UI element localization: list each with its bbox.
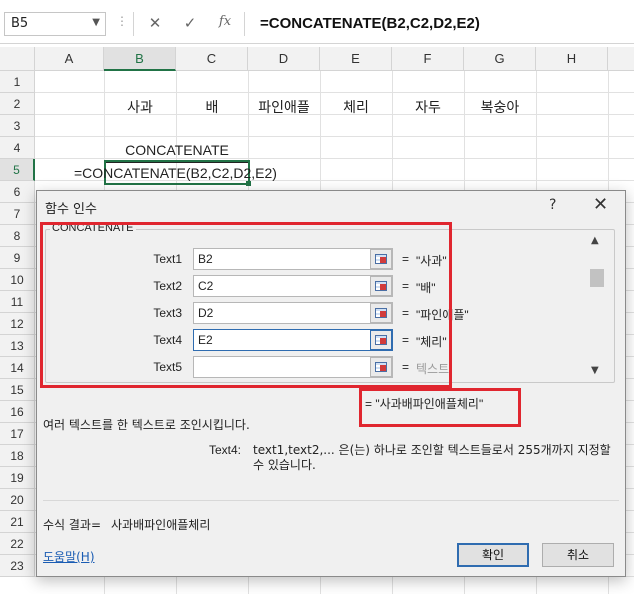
- row-header-10[interactable]: 10: [0, 269, 35, 291]
- row-header-14[interactable]: 14: [0, 357, 35, 379]
- fill-handle[interactable]: [246, 181, 251, 186]
- formula-result-value: 사과배파인애플체리: [111, 518, 211, 532]
- formula-result-label: 수식 결과=: [43, 518, 102, 532]
- column-header-a[interactable]: A: [35, 47, 104, 71]
- cell-f2[interactable]: 자두: [392, 97, 464, 117]
- select-all-corner[interactable]: [0, 47, 35, 71]
- divider: [244, 12, 245, 36]
- column-header-e[interactable]: E: [320, 47, 392, 71]
- cancel-formula-icon[interactable]: ✕: [143, 14, 167, 34]
- help-link[interactable]: 도움말(H): [43, 548, 95, 565]
- dialog-title: 함수 인수: [45, 202, 97, 217]
- column-header-d[interactable]: D: [248, 47, 320, 71]
- cell-g2[interactable]: 복숭아: [464, 97, 536, 117]
- row-header-13[interactable]: 13: [0, 335, 35, 357]
- cell-e2[interactable]: 체리: [320, 97, 392, 117]
- row-header-18[interactable]: 18: [0, 445, 35, 467]
- column-header-f[interactable]: F: [392, 47, 464, 71]
- column-header-next[interactable]: [608, 47, 634, 71]
- row-header-4[interactable]: 4: [0, 137, 35, 159]
- row-header-11[interactable]: 11: [0, 291, 35, 313]
- highlight-box-result: [359, 388, 521, 427]
- insert-function-icon[interactable]: fx: [213, 14, 237, 34]
- chevron-down-icon[interactable]: ▼: [92, 17, 100, 28]
- column-header-h[interactable]: H: [536, 47, 608, 71]
- row-header-21[interactable]: 21: [0, 511, 35, 533]
- row-header-19[interactable]: 19: [0, 467, 35, 489]
- formula-input[interactable]: =CONCATENATE(B2,C2,D2,E2): [260, 15, 480, 32]
- row-header-8[interactable]: 8: [0, 225, 35, 247]
- chevron-up-icon[interactable]: ▲: [591, 235, 599, 246]
- cell-b5-formula[interactable]: =CONCATENATE(B2,C2,D2,E2): [74, 165, 277, 181]
- highlight-box-arguments: [40, 222, 452, 388]
- row-header-7[interactable]: 7: [0, 203, 35, 225]
- row-header-23[interactable]: 23: [0, 555, 35, 577]
- cancel-button[interactable]: 취소: [542, 543, 614, 567]
- cell-c2[interactable]: 배: [176, 97, 248, 117]
- row-header-2[interactable]: 2: [0, 93, 35, 115]
- row-header-9[interactable]: 9: [0, 247, 35, 269]
- name-box[interactable]: B5 ▼: [4, 12, 106, 36]
- name-box-value: B5: [11, 16, 29, 31]
- arg-description-name: Text4:: [209, 443, 242, 457]
- help-icon[interactable]: ?: [549, 197, 556, 213]
- divider: [43, 500, 619, 501]
- row-header-12[interactable]: 12: [0, 313, 35, 335]
- column-header-b[interactable]: B: [104, 47, 176, 71]
- row-header-5[interactable]: 5: [0, 159, 35, 181]
- arguments-scrollbar[interactable]: ▲ ▼: [587, 233, 607, 381]
- cell-b2[interactable]: 사과: [104, 97, 176, 117]
- arg-description: text1,text2,... 은(는) 하나로 조인할 텍스트들로서 255개…: [253, 443, 611, 472]
- column-header-c[interactable]: C: [176, 47, 248, 71]
- row-header-22[interactable]: 22: [0, 533, 35, 555]
- chevron-down-icon[interactable]: ▼: [591, 365, 599, 376]
- enter-formula-icon[interactable]: ✓: [178, 14, 202, 34]
- divider: [133, 12, 134, 36]
- row-header-1[interactable]: 1: [0, 71, 35, 93]
- formula-bar: B5 ▼ ⋮ ✕ ✓ fx =CONCATENATE(B2,C2,D2,E2): [0, 0, 634, 44]
- ok-button[interactable]: 확인: [457, 543, 529, 567]
- row-header-20[interactable]: 20: [0, 489, 35, 511]
- row-header-3[interactable]: 3: [0, 115, 35, 137]
- function-description: 여러 텍스트를 한 텍스트로 조인시킵니다.: [43, 418, 250, 432]
- row-header-15[interactable]: 15: [0, 379, 35, 401]
- close-icon[interactable]: ✕: [593, 194, 608, 215]
- cell-b4-merged[interactable]: CONCATENATE: [105, 142, 249, 158]
- row-header-16[interactable]: 16: [0, 401, 35, 423]
- scrollbar-thumb[interactable]: [590, 269, 604, 287]
- row-header-6[interactable]: 6: [0, 181, 35, 203]
- column-header-g[interactable]: G: [464, 47, 536, 71]
- vertical-dots-icon: ⋮: [116, 14, 128, 28]
- cell-d2[interactable]: 파인애플: [248, 97, 320, 117]
- row-header-17[interactable]: 17: [0, 423, 35, 445]
